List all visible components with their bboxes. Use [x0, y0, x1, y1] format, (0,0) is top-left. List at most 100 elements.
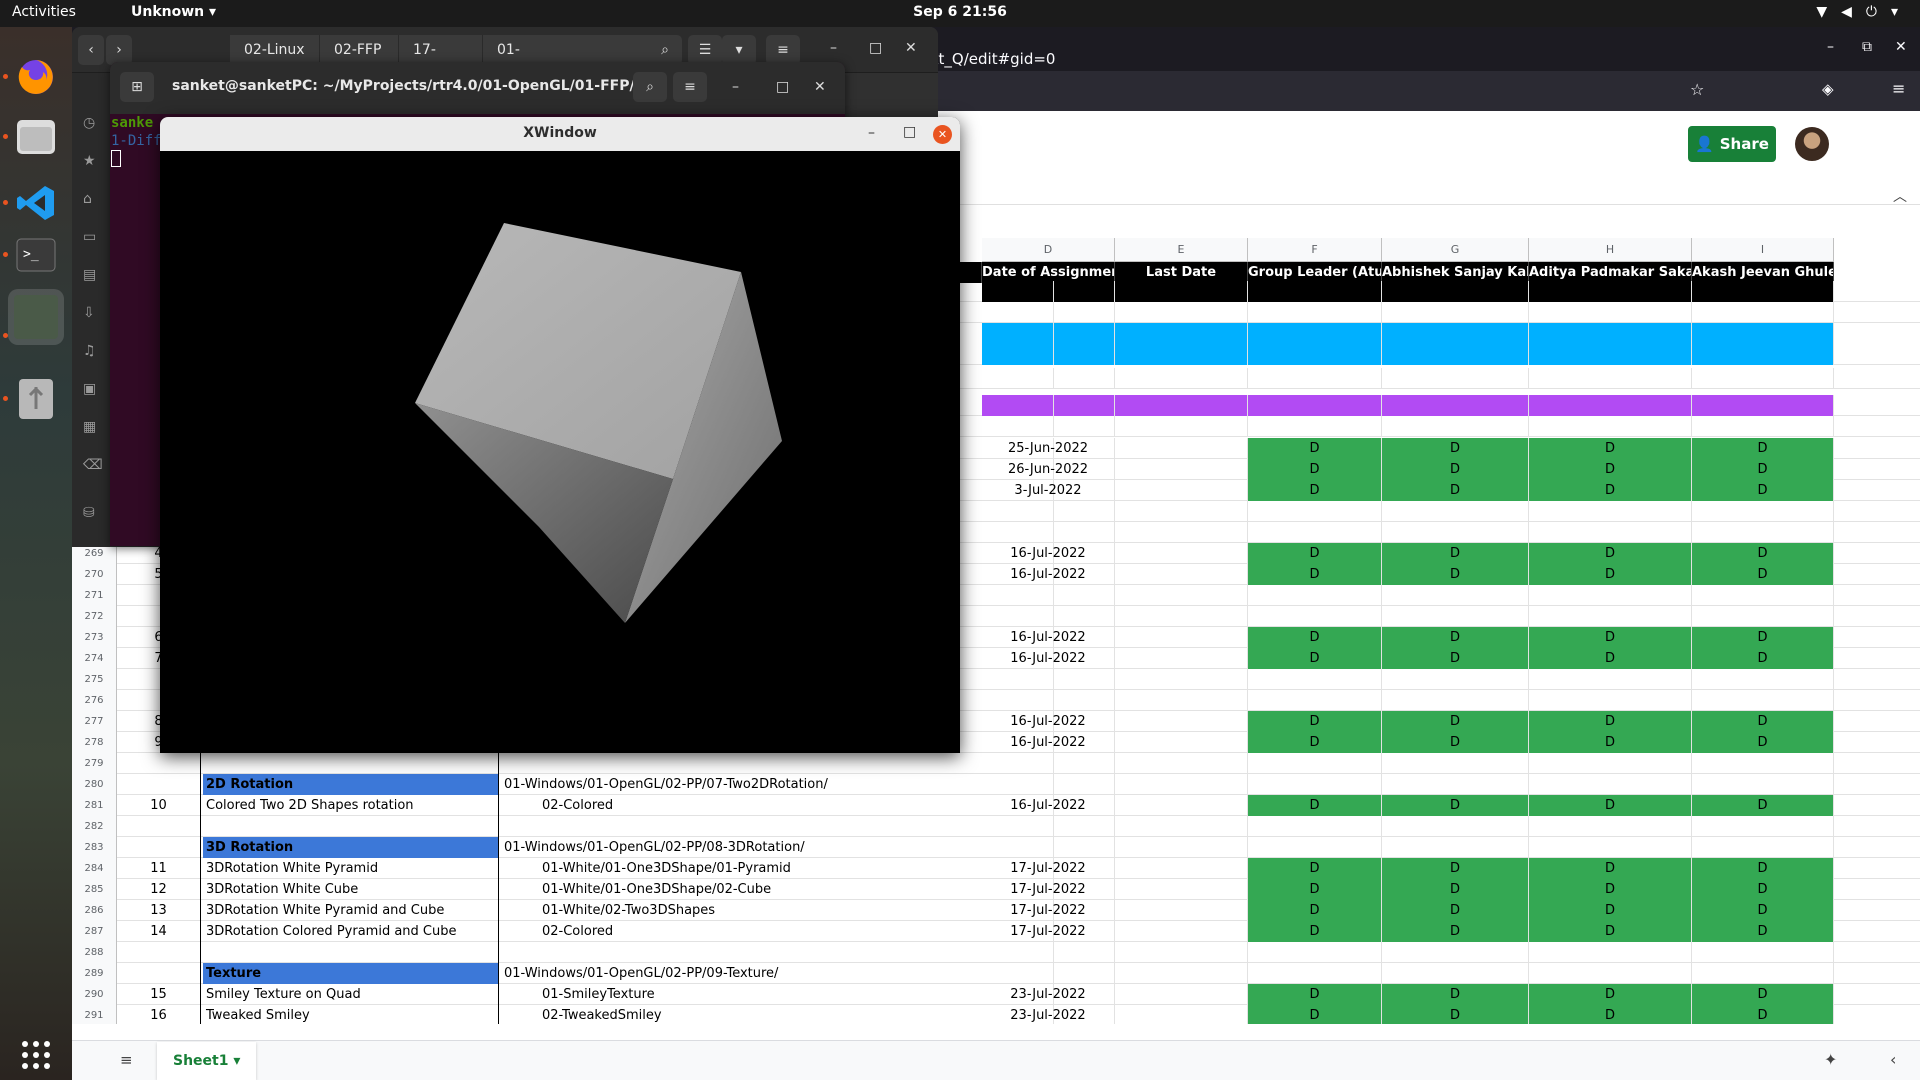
activities-button[interactable]: Activities: [12, 4, 76, 20]
chevron-down-icon[interactable]: ▾: [722, 35, 756, 65]
sheet-cell[interactable]: D: [1529, 858, 1692, 879]
sheet-cell[interactable]: [1529, 323, 1692, 365]
sheet-cell[interactable]: 25-Jun-2022: [982, 438, 1115, 459]
task-index[interactable]: 13: [117, 900, 201, 921]
sheet-cell[interactable]: [1382, 395, 1529, 416]
sheet-cell[interactable]: [1529, 837, 1692, 858]
sheet-cell[interactable]: [1692, 302, 1834, 323]
sheet-cell[interactable]: 17-Jul-2022: [982, 921, 1115, 942]
task-index[interactable]: 11: [117, 858, 201, 879]
maximize-icon[interactable]: □: [903, 124, 916, 140]
system-tray[interactable]: ▼ ◀ ⏻ ▾: [1816, 4, 1898, 20]
back-icon[interactable]: ‹: [78, 35, 104, 65]
hamburger-menu-icon[interactable]: ≡: [766, 35, 800, 65]
sheet-cell[interactable]: [1115, 281, 1248, 302]
sheet-cell[interactable]: 16-Jul-2022: [982, 564, 1115, 585]
sheet-cell[interactable]: [1382, 281, 1529, 302]
task-index[interactable]: 16: [117, 1005, 201, 1024]
task-path[interactable]: 01-White/01-One3DShape/01-Pyramid: [501, 858, 1054, 879]
sheet-cell[interactable]: D: [1529, 1005, 1692, 1024]
sheet-cell[interactable]: D: [1692, 627, 1834, 648]
sheet-cell[interactable]: [1248, 816, 1382, 837]
sheet-cell[interactable]: D: [1382, 984, 1529, 1005]
sheet-cell[interactable]: 16-Jul-2022: [982, 648, 1115, 669]
music-icon[interactable]: ♫: [83, 343, 96, 359]
sheet-cell[interactable]: [1529, 522, 1692, 543]
chevron-up-icon[interactable]: ︿: [1893, 186, 1907, 206]
sheet-cell[interactable]: [1115, 900, 1248, 921]
sheet-cell[interactable]: D: [1529, 900, 1692, 921]
task-name[interactable]: 3D Rotation: [203, 837, 499, 858]
sheet-cell[interactable]: [1692, 774, 1834, 795]
sheet-cell[interactable]: [1115, 711, 1248, 732]
sheet-cell[interactable]: [1529, 606, 1692, 627]
sheet-cell[interactable]: [1529, 585, 1692, 606]
terminal-output[interactable]: sanke 1-Diff: [110, 114, 162, 167]
task-path[interactable]: 02-Colored: [501, 921, 1054, 942]
maximize-icon[interactable]: □: [869, 40, 882, 56]
sheet-cell[interactable]: [1529, 669, 1692, 690]
sheet-cell[interactable]: [1382, 416, 1529, 437]
sheet-cell[interactable]: [1529, 690, 1692, 711]
sheet-cell[interactable]: [1248, 753, 1382, 774]
task-path[interactable]: [501, 753, 1054, 774]
downloads-icon[interactable]: ⇩: [83, 305, 95, 321]
sheet-cell[interactable]: D: [1529, 711, 1692, 732]
trash-icon[interactable]: ⌫: [83, 457, 103, 473]
column-letter-header[interactable]: F: [1248, 238, 1382, 262]
task-path[interactable]: [501, 816, 1054, 837]
sheet-cell[interactable]: 16-Jul-2022: [982, 795, 1115, 816]
sheet-cell[interactable]: [1529, 963, 1692, 984]
sheet-cell[interactable]: [1115, 690, 1248, 711]
task-name[interactable]: Texture: [203, 963, 499, 984]
sheet-cell[interactable]: [1248, 522, 1382, 543]
sheet-cell[interactable]: [1529, 416, 1692, 437]
sheet-cell[interactable]: D: [1382, 648, 1529, 669]
sheet-cell[interactable]: [982, 585, 1115, 606]
sheet-cell[interactable]: D: [1382, 459, 1529, 480]
sheet-cell[interactable]: 26-Jun-2022: [982, 459, 1115, 480]
task-index[interactable]: [117, 963, 201, 984]
sheet-cell[interactable]: [1115, 648, 1248, 669]
sheet-cell[interactable]: 16-Jul-2022: [982, 543, 1115, 564]
sheet-cell[interactable]: [1115, 858, 1248, 879]
row-number[interactable]: 284: [72, 858, 117, 879]
app-menu[interactable]: Unknown ▾: [131, 4, 216, 20]
sheet-cell[interactable]: D: [1382, 900, 1529, 921]
sheet-cell[interactable]: [1382, 368, 1529, 389]
row-number[interactable]: 274: [72, 648, 117, 669]
sheet-cell[interactable]: D: [1529, 438, 1692, 459]
sheet-cell[interactable]: [1115, 753, 1248, 774]
sheet-cell[interactable]: [1692, 416, 1834, 437]
sheet-cell[interactable]: [1248, 942, 1382, 963]
row-number[interactable]: 276: [72, 690, 117, 711]
task-name[interactable]: 3DRotation Colored Pyramid and Cube: [203, 921, 499, 942]
column-letter-header[interactable]: I: [1692, 238, 1834, 262]
close-icon[interactable]: ✕: [1895, 39, 1907, 55]
sheet-cell[interactable]: [1382, 323, 1529, 365]
sheet-cell[interactable]: [1115, 501, 1248, 522]
sheet-cell[interactable]: [1115, 984, 1248, 1005]
drive-icon[interactable]: ⛁: [83, 505, 95, 521]
terminal-icon[interactable]: >_: [8, 227, 64, 283]
sheet-cell[interactable]: [1529, 942, 1692, 963]
sheet-cell[interactable]: D: [1248, 1005, 1382, 1024]
sheet-cell[interactable]: D: [1382, 564, 1529, 585]
sheet-cell[interactable]: [982, 302, 1115, 323]
usb-drive-icon[interactable]: [8, 371, 64, 427]
sheet-cell[interactable]: [1692, 963, 1834, 984]
sheet-cell[interactable]: D: [1529, 480, 1692, 501]
sheet-cell[interactable]: D: [1382, 858, 1529, 879]
sheet-cell[interactable]: [1382, 585, 1529, 606]
sheet-cell[interactable]: [1382, 942, 1529, 963]
clock[interactable]: Sep 6 21:56: [0, 4, 1920, 20]
sheet-cell[interactable]: D: [1692, 543, 1834, 564]
sheet-cell[interactable]: [1382, 606, 1529, 627]
share-button[interactable]: 👤 Share: [1688, 126, 1776, 162]
task-name[interactable]: 3DRotation White Pyramid: [203, 858, 499, 879]
sheet-cell[interactable]: D: [1382, 1005, 1529, 1024]
sheet-cell[interactable]: 16-Jul-2022: [982, 627, 1115, 648]
sheet-cell[interactable]: [1382, 816, 1529, 837]
breadcrumb-item[interactable]: 02-FFP: [320, 35, 399, 65]
breadcrumb-item[interactable]: 17-Lights: [399, 35, 483, 88]
